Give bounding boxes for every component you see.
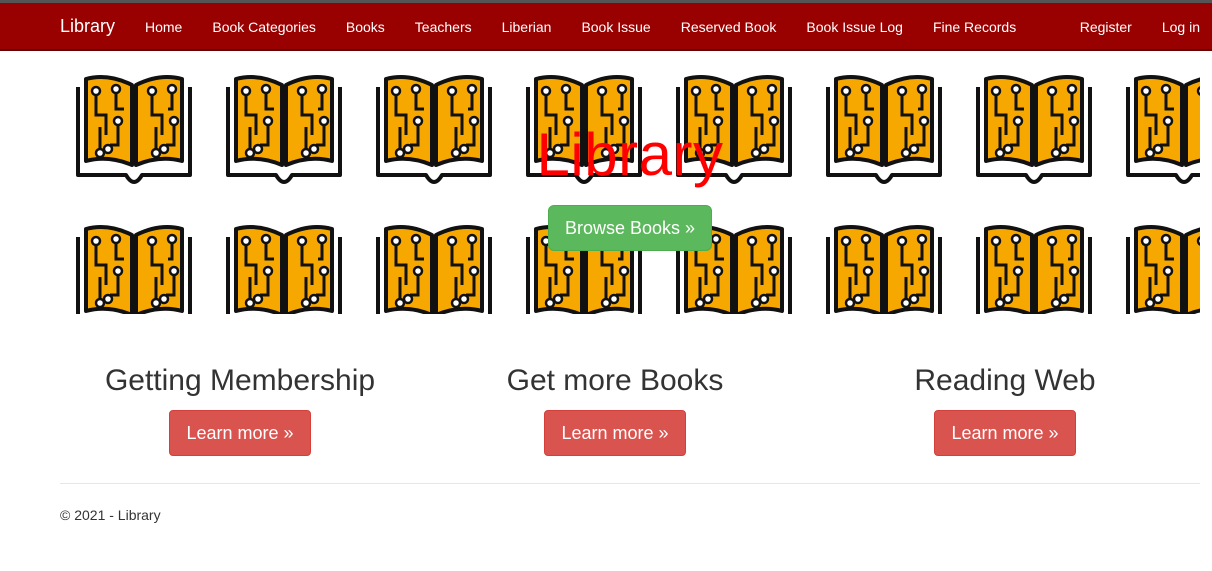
nav-login[interactable]: Log in: [1147, 3, 1212, 51]
learn-more-button[interactable]: Learn more »: [934, 410, 1076, 456]
learn-more-button[interactable]: Learn more »: [544, 410, 686, 456]
nav-register[interactable]: Register: [1065, 3, 1147, 51]
open-book-icon: [76, 225, 192, 314]
nav-home[interactable]: Home: [130, 3, 197, 51]
feature-title: Reading Web: [914, 364, 1096, 397]
feature-more-books: Get more Books Learn more »: [420, 360, 810, 456]
hero-banner: Library Browse Books »: [60, 55, 1200, 314]
nav-book-categories[interactable]: Book Categories: [197, 3, 331, 51]
features-row: Getting Membership Learn more » Get more…: [60, 360, 1200, 456]
feature-title: Getting Membership: [104, 364, 376, 397]
open-book-icon: [1126, 225, 1200, 314]
navbar: Library Home Book Categories Books Teach…: [0, 3, 1212, 51]
hero-title: Library: [536, 121, 724, 188]
nav-links: Home Book Categories Books Teachers Libe…: [130, 3, 1031, 51]
nav-teachers[interactable]: Teachers: [400, 3, 487, 51]
feature-reading-web: Reading Web Learn more »: [810, 360, 1200, 456]
open-book-icon: [376, 225, 492, 314]
nav-books[interactable]: Books: [331, 3, 400, 51]
open-book-icon: [826, 225, 942, 314]
nav-right: Register Log in: [1065, 3, 1212, 51]
feature-title: Get more Books: [506, 364, 724, 397]
open-book-icon: [226, 225, 342, 314]
nav-book-issue[interactable]: Book Issue: [566, 3, 665, 51]
browse-books-button[interactable]: Browse Books »: [548, 205, 712, 251]
nav-fine-records[interactable]: Fine Records: [918, 3, 1031, 51]
open-book-icon: [976, 225, 1092, 314]
footer-copyright: © 2021 - Library: [60, 507, 161, 523]
nav-reserved-book[interactable]: Reserved Book: [666, 3, 792, 51]
brand-link[interactable]: Library: [60, 16, 115, 37]
feature-membership: Getting Membership Learn more »: [60, 360, 420, 456]
footer-divider: [60, 483, 1200, 484]
nav-liberian[interactable]: Liberian: [487, 3, 567, 51]
learn-more-button[interactable]: Learn more »: [169, 410, 311, 456]
nav-book-issue-log[interactable]: Book Issue Log: [791, 3, 918, 51]
